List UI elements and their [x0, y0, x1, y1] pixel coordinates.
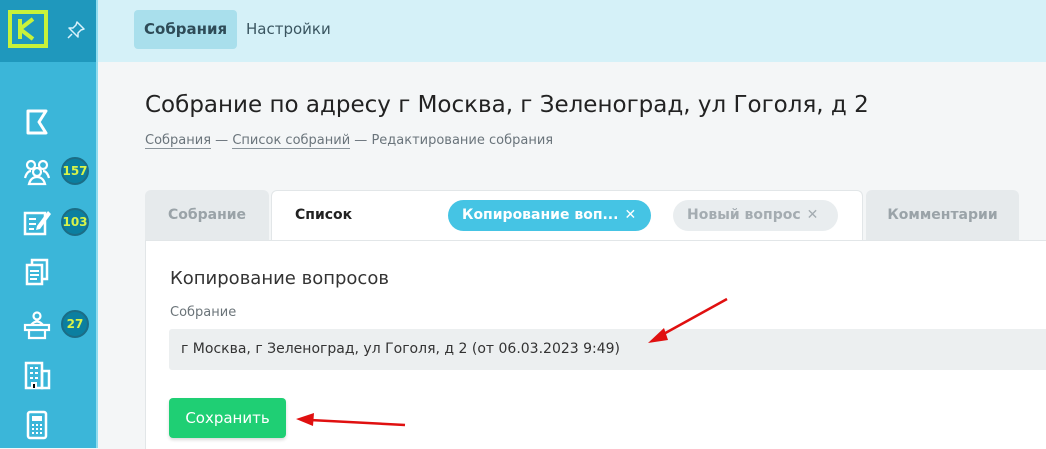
calculator-icon[interactable] [22, 410, 52, 440]
documents-icon[interactable] [22, 257, 52, 287]
close-icon[interactable]: ✕ [624, 207, 636, 223]
tab-new-question[interactable]: Новый вопрос ✕ [673, 200, 838, 231]
building-icon[interactable] [22, 360, 52, 390]
save-button[interactable]: Сохранить [169, 398, 286, 438]
tab-meeting[interactable]: Собрание [145, 190, 269, 240]
breadcrumb: Собрания — Список собраний — Редактирова… [145, 133, 554, 149]
breadcrumb-meeting-list-link[interactable]: Список собраний [232, 133, 351, 149]
breadcrumb-separator: — [211, 133, 233, 148]
pin-icon[interactable] [67, 21, 85, 39]
meeting-field-label: Собрание [170, 305, 237, 320]
breadcrumb-meetings-link[interactable]: Собрания [145, 133, 212, 149]
close-icon[interactable]: ✕ [807, 207, 819, 223]
meetings-badge: 27 [61, 310, 89, 338]
people-badge: 157 [61, 157, 89, 185]
app-logo[interactable] [8, 10, 48, 48]
flag-icon[interactable] [22, 107, 52, 137]
section-title: Копирование вопросов [170, 268, 389, 289]
meeting-podium-icon[interactable] [22, 310, 52, 340]
tab-copy-questions-label: Копирование воп... [462, 207, 619, 223]
tab-copy-questions[interactable]: Копирование воп... ✕ [448, 200, 651, 231]
meeting-select[interactable]: г Москва, г Зеленоград, ул Гоголя, д 2 (… [169, 329, 1046, 370]
tab-comments[interactable]: Комментарии [866, 190, 1019, 240]
tab-settings[interactable]: Настройки [236, 10, 341, 49]
people-icon[interactable] [22, 156, 52, 186]
breadcrumb-separator: — [350, 133, 372, 148]
edit-document-icon[interactable] [22, 207, 52, 237]
documents-badge: 103 [61, 208, 89, 236]
tab-meetings[interactable]: Собрания [134, 10, 238, 49]
page-title: Собрание по адресу г Москва, г Зеленогра… [145, 92, 869, 118]
breadcrumb-current: Редактирование собрания [371, 133, 554, 148]
tab-new-question-label: Новый вопрос [687, 207, 801, 223]
tab-question-list[interactable]: Список вопросов [295, 190, 430, 273]
